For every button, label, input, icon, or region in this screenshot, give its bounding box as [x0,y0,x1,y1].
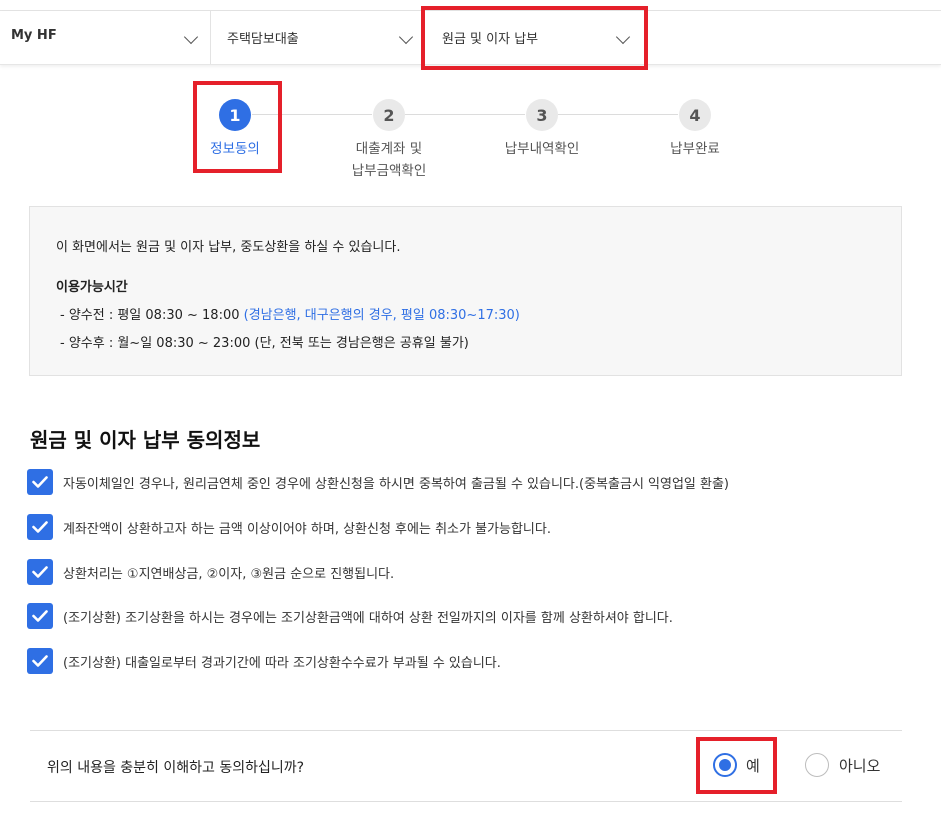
check-icon [32,610,48,622]
hours-line-after: - 양수후 : 월~일 08:30 ~ 23:00 (단, 전북 또는 경남은행… [60,336,469,351]
checkbox-checked[interactable] [27,603,53,629]
step-2-label: 대출계좌 및 납부금액확인 [330,138,448,182]
nav-label: My HF [11,28,57,43]
nav-highlight-box [421,6,648,70]
consent-item-text: (조기상환) 대출일로부터 경과기간에 따라 조기상환수수료가 부과될 수 있습… [63,655,501,671]
divider-top [30,730,902,731]
step-highlight-box [193,81,282,173]
consent-item[interactable]: 계좌잔액이 상환하고자 하는 금액 이상이어야 하며, 상환신청 후에는 취소가… [27,513,551,541]
consent-item-text: 자동이체일인 경우나, 원리금연체 중인 경우에 상환신청을 하시면 중복하여 … [63,476,729,492]
consent-item[interactable]: (조기상환) 대출일로부터 경과기간에 따라 조기상환수수료가 부과될 수 있습… [27,647,501,675]
radio-no[interactable] [805,753,829,777]
step-2-circle: 2 [373,99,405,131]
chevron-down-icon [183,29,199,45]
consent-item[interactable]: (조기상환) 조기상환을 하시는 경우에는 조기상환금액에 대하여 상환 전일까… [27,602,673,630]
consent-item-text: 상환처리는 ①지연배상금, ②이자, ③원금 순으로 진행됩니다. [63,566,395,582]
step-2-label-line2: 납부금액확인 [351,163,427,179]
hours-line-before-text: - 양수전 : 평일 08:30 ~ 18:00 [60,308,244,323]
info-intro: 이 화면에서는 원금 및 이자 납부, 중도상환을 하실 수 있습니다. [56,240,401,255]
info-box: 이 화면에서는 원금 및 이자 납부, 중도상환을 하실 수 있습니다. 이용가… [29,206,902,376]
check-icon [32,566,48,578]
step-4-circle: 4 [679,99,711,131]
nav-label: 주택담보대출 [227,32,299,47]
nav-dropdown-mortgage[interactable]: 주택담보대출 [211,11,421,64]
section-title: 원금 및 이자 납부 동의정보 [30,428,261,452]
step-connector [558,114,678,115]
hours-title: 이용가능시간 [56,280,128,295]
checkbox-checked[interactable] [27,514,53,540]
step-4-label: 납부완료 [670,141,720,157]
consent-item[interactable]: 상환처리는 ①지연배상금, ②이자, ③원금 순으로 진행됩니다. [27,558,394,586]
nav-dropdown-my-hf[interactable]: My HF [0,11,210,64]
chevron-down-icon [398,29,414,45]
consent-item-text: 계좌잔액이 상환하고자 하는 금액 이상이어야 하며, 상환신청 후에는 취소가… [63,521,551,537]
step-3-label: 납부내역확인 [504,141,580,157]
yes-highlight-box [696,737,777,794]
checkbox-checked[interactable] [27,648,53,674]
divider-bottom [30,801,902,802]
check-icon [32,476,48,488]
consent-item[interactable]: 자동이체일인 경우나, 원리금연체 중인 경우에 상환신청을 하시면 중복하여 … [27,468,729,496]
step-2-label-line1: 대출계좌 및 [355,141,423,157]
consent-item-text: (조기상환) 조기상환을 하시는 경우에는 조기상환금액에 대하여 상환 전일까… [63,610,673,626]
check-icon [32,521,48,533]
step-connector [405,114,525,115]
hours-line-before-note: (경남은행, 대구은행의 경우, 평일 08:30~17:30) [243,308,520,323]
checkbox-checked[interactable] [27,469,53,495]
hours-line-before: - 양수전 : 평일 08:30 ~ 18:00 (경남은행, 대구은행의 경우… [60,304,520,323]
step-3-circle: 3 [526,99,558,131]
radio-no-label[interactable]: 아니오 [839,755,880,776]
agreement-question: 위의 내용을 충분히 이해하고 동의하십니까? [47,760,305,776]
checkbox-checked[interactable] [27,559,53,585]
check-icon [32,655,48,667]
